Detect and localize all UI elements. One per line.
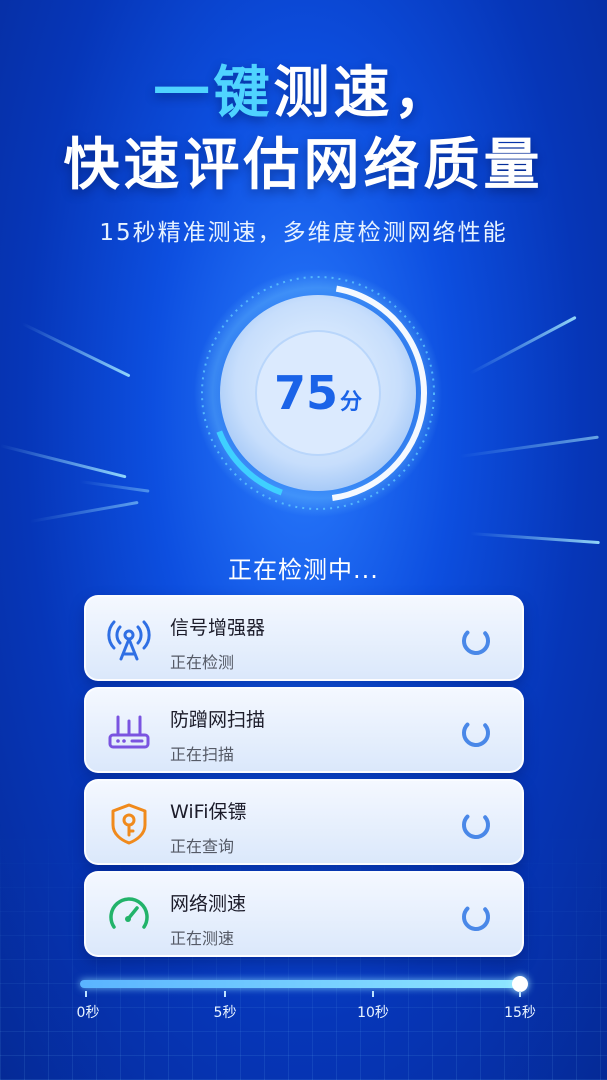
- item-state: 正在检测: [170, 653, 235, 672]
- loading-spinner-icon: [460, 717, 492, 749]
- signal-tower-icon: [106, 617, 152, 663]
- headline: 一键测速， 快速评估网络质量: [0, 58, 607, 202]
- check-item-anti-leech-scan[interactable]: 防蹭网扫描 正在扫描: [84, 687, 524, 773]
- item-title: 信号增强器: [170, 617, 266, 639]
- item-state: 正在查询: [170, 837, 235, 856]
- timeline-label: 15秒: [504, 1005, 536, 1021]
- speedometer-icon: [106, 893, 152, 939]
- timeline-tick: [85, 991, 87, 997]
- item-title: WiFi保镖: [170, 801, 247, 823]
- timeline-tick: [224, 991, 226, 997]
- subtitle: 15秒精准测速，多维度检测网络性能: [99, 220, 508, 246]
- check-item-signal-booster[interactable]: 信号增强器 正在检测: [84, 595, 524, 681]
- score-unit: 分: [340, 390, 363, 415]
- headline-accent: 一键: [153, 61, 274, 126]
- check-item-wifi-guard[interactable]: WiFi保镖 正在查询: [84, 779, 524, 865]
- progress-track: [80, 980, 520, 988]
- timeline-label: 5秒: [213, 1005, 237, 1021]
- loading-spinner-icon: [460, 901, 492, 933]
- check-item-speed-test[interactable]: 网络测速 正在测速: [84, 871, 524, 957]
- loading-spinner-icon: [460, 809, 492, 841]
- score-gauge: 75 分: [193, 268, 443, 518]
- router-icon: [106, 709, 152, 755]
- timeline-tick: [372, 991, 374, 997]
- item-title: 防蹭网扫描: [170, 709, 266, 731]
- progress-handle[interactable]: [512, 976, 528, 992]
- item-state: 正在扫描: [170, 745, 235, 764]
- headline-line2: 快速评估网络质量: [63, 133, 544, 198]
- loading-spinner-icon: [460, 625, 492, 657]
- timeline-label: 0秒: [76, 1005, 100, 1021]
- timeline-label: 10秒: [357, 1005, 389, 1021]
- shield-key-icon: [106, 801, 152, 847]
- timeline-tick: [519, 991, 521, 997]
- headline-line1: 测速，: [273, 61, 454, 126]
- score-value: 75: [273, 366, 338, 420]
- status-title: 正在检测中...: [228, 556, 379, 584]
- item-title: 网络测速: [170, 893, 247, 915]
- item-state: 正在测速: [170, 929, 235, 948]
- progress-timeline: 0秒 5秒 10秒 15秒: [77, 976, 536, 1021]
